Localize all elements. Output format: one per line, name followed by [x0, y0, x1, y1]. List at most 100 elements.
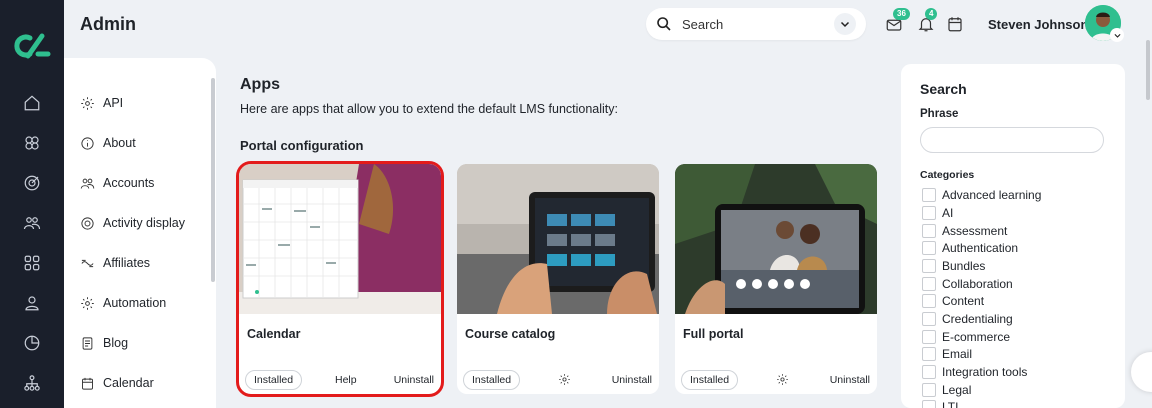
category-checkbox[interactable]: Email — [922, 346, 972, 362]
gear-icon[interactable] — [776, 373, 789, 386]
sidebar-item-label: API — [103, 96, 124, 110]
checkbox[interactable] — [922, 330, 936, 344]
category-checkbox[interactable]: E-commerce — [922, 329, 1010, 345]
messages-badge: 36 — [893, 8, 910, 20]
sidebar-item-about[interactable]: About — [80, 133, 136, 153]
chevron-down-icon[interactable] — [1110, 28, 1124, 42]
help-link[interactable]: Help — [335, 374, 357, 386]
sidebar-item-calendar[interactable]: Calendar — [80, 373, 154, 393]
category-label: Bundles — [942, 259, 986, 273]
sidebar-item-label: Activity display — [103, 216, 185, 230]
category-label: Email — [942, 347, 973, 361]
gear-icon — [81, 96, 94, 110]
search-icon — [657, 17, 671, 31]
courses-icon[interactable] — [20, 131, 44, 155]
filter-title: Search — [920, 81, 967, 97]
category-checkbox[interactable]: Bundles — [922, 258, 985, 274]
affiliates-icon — [81, 259, 94, 267]
sidebar-item-api[interactable]: API — [80, 93, 123, 113]
org-chart-icon[interactable] — [20, 371, 44, 395]
notifications-badge: 4 — [925, 8, 938, 20]
category-label: LTI — [942, 400, 959, 408]
checkbox[interactable] — [922, 400, 936, 408]
category-checkbox[interactable]: Integration tools — [922, 364, 1027, 380]
category-checkbox[interactable]: Content — [922, 293, 984, 309]
accounts-icon — [80, 178, 95, 189]
calendar-icon — [82, 377, 93, 390]
uninstall-link[interactable]: Uninstall — [612, 374, 652, 386]
category-checkbox[interactable]: Advanced learning — [922, 187, 1041, 203]
checkbox[interactable] — [922, 312, 936, 326]
app-card-image — [675, 164, 877, 314]
notifications-button[interactable]: 4 — [917, 8, 938, 33]
checkbox[interactable] — [922, 365, 936, 379]
sidebar-item-affiliates[interactable]: Affiliates — [80, 253, 150, 273]
messages-button[interactable]: 36 — [885, 8, 910, 33]
chevron-down-icon[interactable] — [834, 13, 856, 35]
users-icon[interactable] — [20, 211, 44, 235]
installed-badge: Installed — [681, 370, 739, 390]
sidebar-item-automation[interactable]: Automation — [80, 293, 166, 313]
checkbox[interactable] — [922, 206, 936, 220]
user-name[interactable]: Steven Johnson — [988, 17, 1088, 32]
app-card-image — [239, 164, 441, 314]
app-card-course-catalog[interactable]: Course catalog Installed Uninstall — [457, 164, 659, 394]
app-card-title: Course catalog — [465, 327, 556, 341]
sidebar-item-accounts[interactable]: Accounts — [80, 173, 154, 193]
category-checkbox[interactable]: AI — [922, 205, 953, 221]
checkbox[interactable] — [922, 241, 936, 255]
search-input[interactable]: Search — [682, 17, 834, 32]
installed-badge: Installed — [463, 370, 521, 390]
sidebar-item-label: Calendar — [103, 376, 154, 390]
checkbox[interactable] — [922, 188, 936, 202]
checkbox[interactable] — [922, 224, 936, 238]
sidebar-item-label: Blog — [103, 336, 129, 350]
category-checkbox[interactable]: LTI — [922, 399, 958, 408]
category-label: Assessment — [942, 224, 1008, 238]
floating-help-button[interactable] — [1131, 352, 1152, 392]
uninstall-link[interactable]: Uninstall — [830, 374, 870, 386]
sidebar-scrollbar[interactable] — [211, 78, 215, 282]
sidebar-item-blog[interactable]: Blog — [80, 333, 128, 353]
checkbox[interactable] — [922, 383, 936, 397]
category-checkbox[interactable]: Credentialing — [922, 311, 1013, 327]
checkbox[interactable] — [922, 259, 936, 273]
sidebar-item-activity-display[interactable]: Activity display — [80, 213, 185, 233]
phrase-input[interactable] — [920, 127, 1104, 153]
checkbox[interactable] — [922, 294, 936, 308]
category-checkbox[interactable]: Legal — [922, 382, 971, 398]
filter-panel: Search Phrase Categories Advanced learni… — [901, 64, 1125, 408]
categories-label: Categories — [920, 169, 975, 181]
page-scrollbar[interactable] — [1146, 40, 1150, 100]
uninstall-link[interactable]: Uninstall — [394, 374, 434, 386]
home-icon[interactable] — [20, 91, 44, 115]
blog-icon — [82, 336, 93, 350]
user-icon[interactable] — [20, 291, 44, 315]
subsection-heading: Portal configuration — [240, 138, 364, 153]
category-checkbox[interactable]: Authentication — [922, 240, 1018, 256]
sidebar-item-label: Affiliates — [103, 256, 151, 270]
calendar-icon — [948, 17, 962, 32]
app-logo[interactable] — [12, 30, 52, 62]
category-checkbox[interactable]: Collaboration — [922, 276, 1013, 292]
app-card-calendar[interactable]: Calendar Installed Help Uninstall — [236, 161, 444, 397]
gear-icon — [81, 296, 94, 310]
app-card-title: Calendar — [247, 327, 301, 341]
installed-badge: Installed — [245, 370, 303, 390]
category-checkbox[interactable]: Assessment — [922, 223, 1007, 239]
reports-icon[interactable] — [20, 331, 44, 355]
target-icon[interactable] — [20, 171, 44, 195]
category-label: Content — [942, 294, 985, 308]
gear-icon[interactable] — [558, 373, 571, 386]
checkbox[interactable] — [922, 277, 936, 291]
category-label: Collaboration — [942, 277, 1013, 291]
checkbox[interactable] — [922, 347, 936, 361]
main-navigation-rail — [0, 0, 64, 408]
grid-icon[interactable] — [20, 251, 44, 275]
category-label: Integration tools — [942, 365, 1028, 379]
calendar-button[interactable] — [946, 15, 964, 33]
app-card-image — [457, 164, 659, 314]
category-label: Credentialing — [942, 312, 1013, 326]
app-card-full-portal[interactable]: Full portal Installed Uninstall — [675, 164, 877, 394]
global-search[interactable]: Search — [646, 8, 866, 40]
